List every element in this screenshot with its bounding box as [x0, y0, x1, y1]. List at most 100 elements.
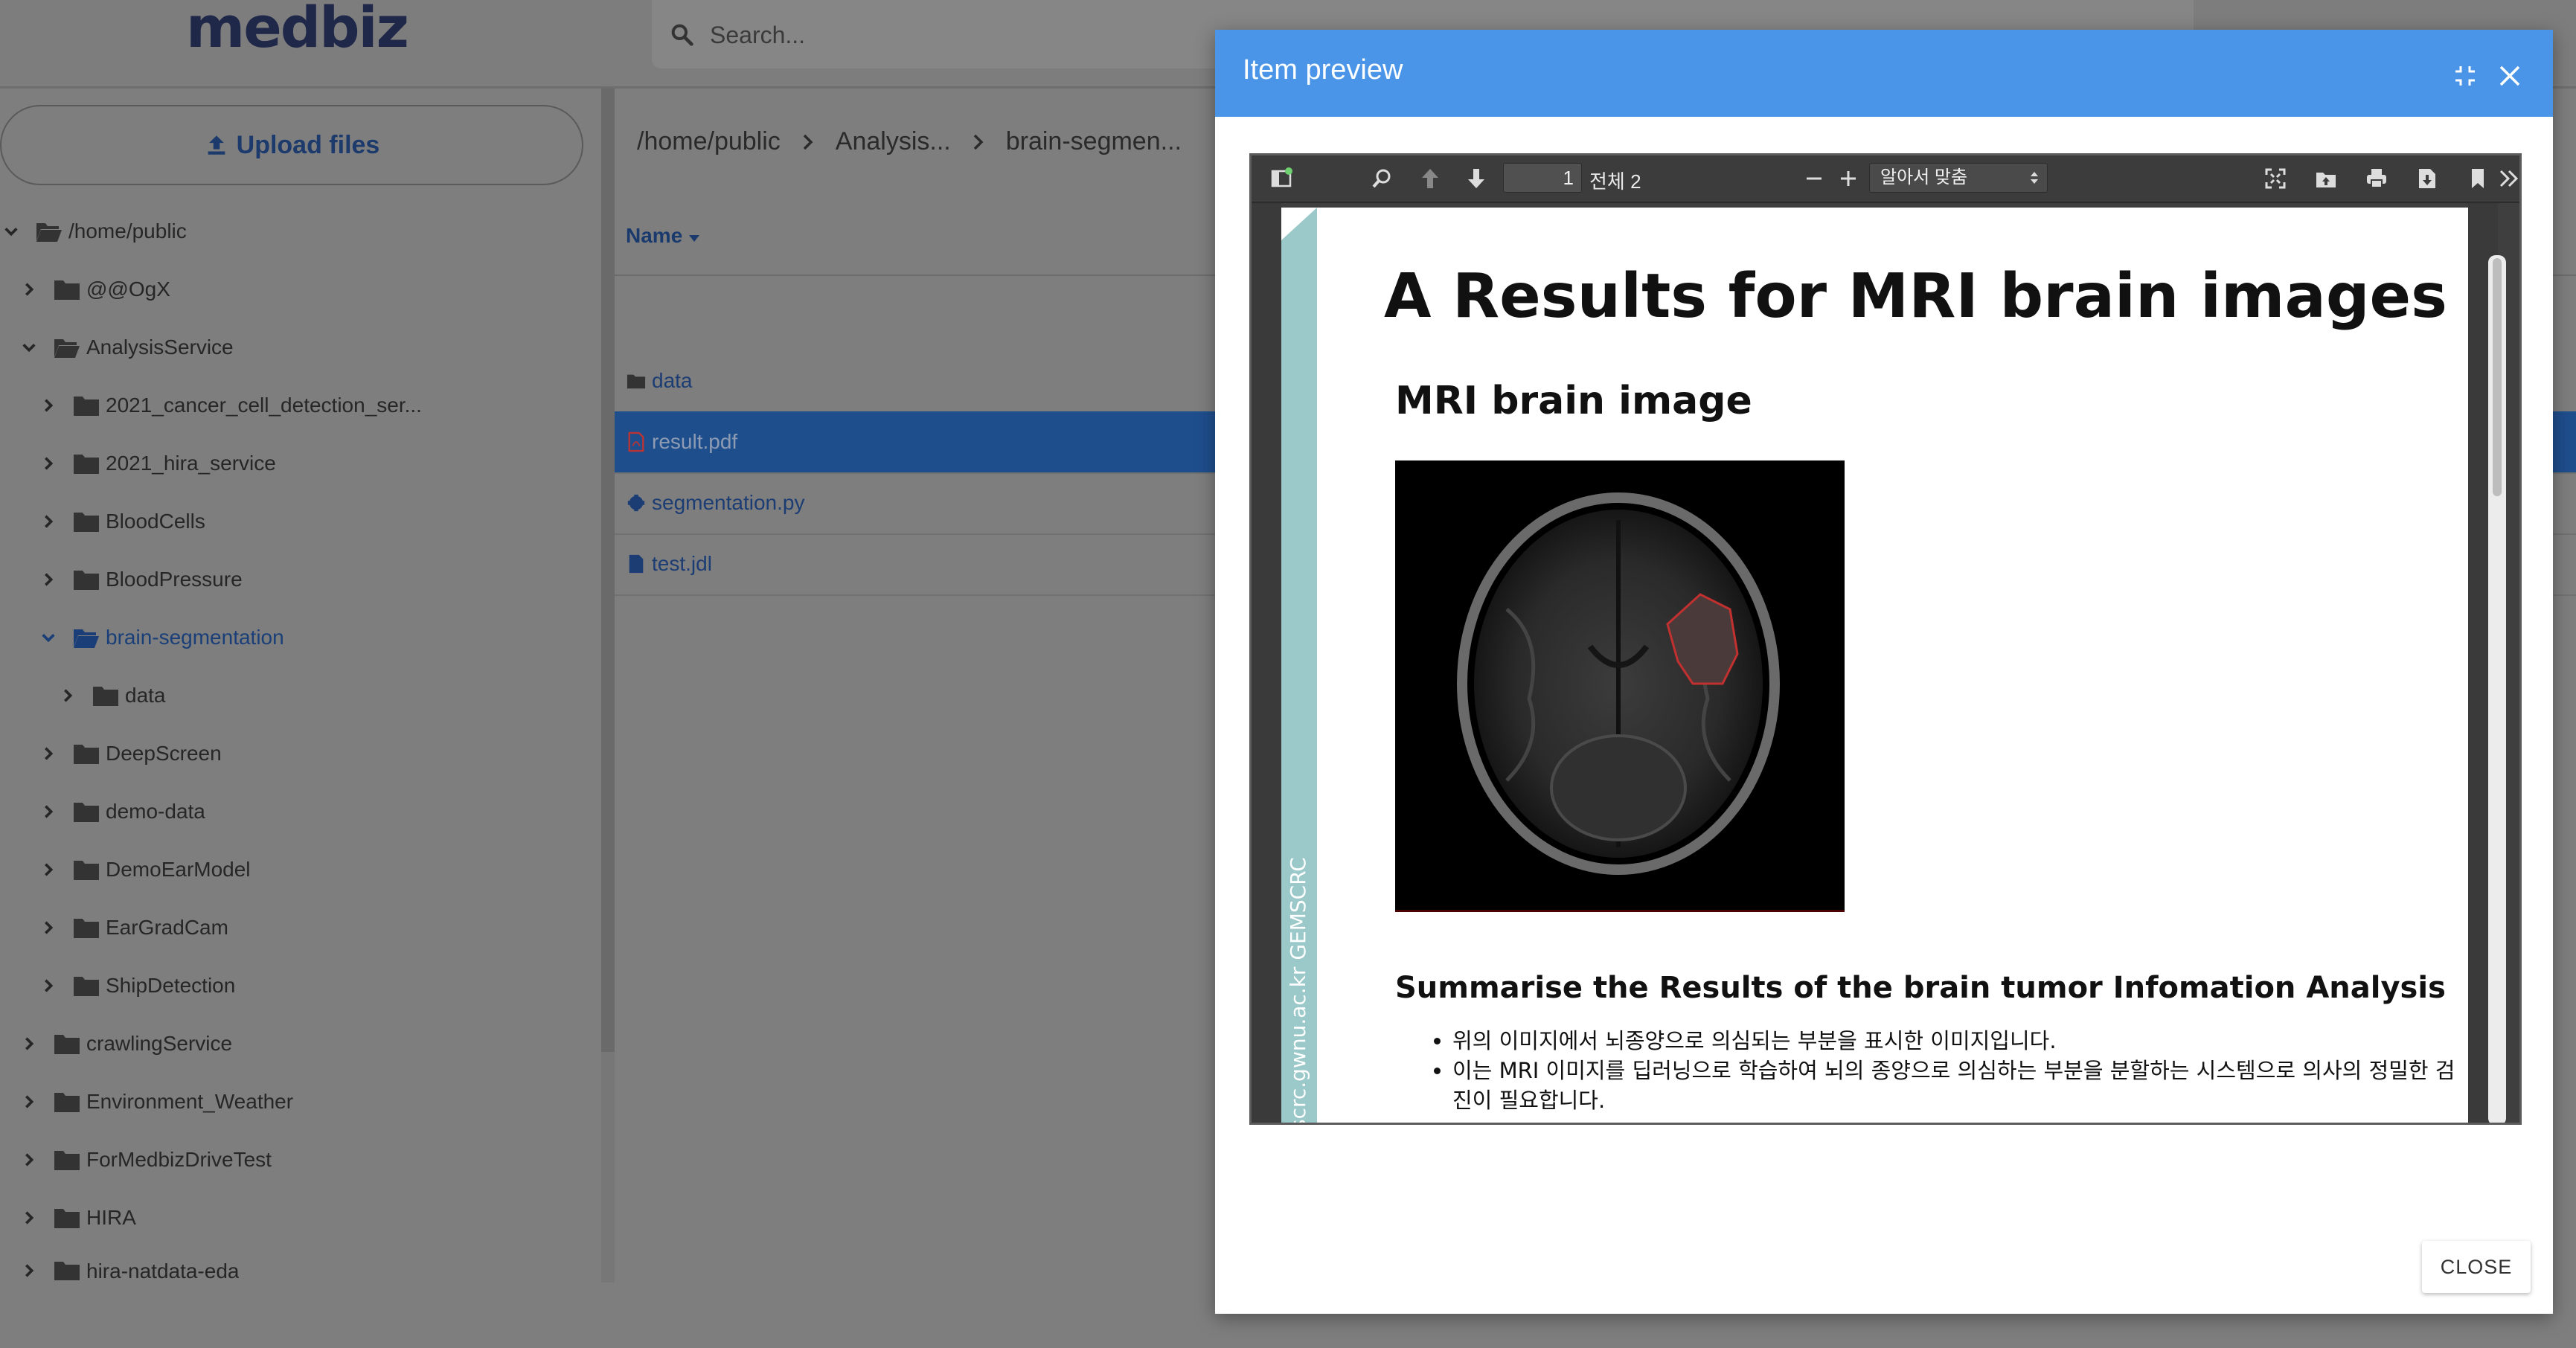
tree-item-hira-natdata-eda[interactable]: hira-natdata-eda — [21, 1254, 239, 1280]
pdf-heading: MRI brain image — [1395, 379, 1752, 423]
tree-item-label: hira-natdata-eda — [86, 1259, 240, 1280]
tree-item-analysisservice[interactable]: AnalysisService — [21, 325, 234, 370]
chevron-right-icon[interactable] — [40, 455, 57, 472]
folder-icon — [74, 513, 99, 532]
chevron-right-icon[interactable] — [21, 281, 37, 298]
tree-item-ogx[interactable]: @@OgX — [21, 267, 170, 312]
medbiz-logo[interactable]: medbiz — [186, 0, 409, 60]
zoom-in-icon[interactable] — [1836, 167, 1860, 190]
tree-item-deepscreen[interactable]: DeepScreen — [40, 731, 222, 776]
chevron-right-icon[interactable] — [40, 919, 57, 936]
chevron-right-icon[interactable] — [40, 803, 57, 820]
chevron-right-icon[interactable] — [40, 397, 57, 414]
tree-item-bloodpressure[interactable]: BloodPressure — [40, 557, 243, 602]
tree-item-label: DeepScreen — [106, 742, 222, 765]
print-icon[interactable] — [2365, 167, 2388, 190]
tools-menu-icon[interactable] — [2497, 167, 2521, 190]
zoom-select[interactable]: 알아서 맞춤 — [1869, 163, 2048, 193]
tree-item-label: AnalysisService — [86, 336, 234, 359]
search-icon[interactable] — [1371, 167, 1394, 190]
pdf-subheading: Summarise the Results of the brain tumor… — [1395, 971, 2446, 1005]
next-page-icon[interactable] — [1464, 167, 1488, 190]
tree-item-eargradcam[interactable]: EarGradCam — [40, 905, 228, 950]
chevron-right-icon[interactable] — [60, 687, 76, 704]
fullscreen-icon[interactable] — [2453, 64, 2477, 88]
chevron-right-icon[interactable] — [21, 1262, 37, 1279]
page-number-input[interactable]: 1 — [1503, 163, 1582, 193]
mri-brain-image — [1395, 460, 1845, 912]
chevron-right-icon[interactable] — [21, 1152, 37, 1168]
pdf-scrollbar-thumb[interactable] — [2493, 258, 2502, 496]
folder-icon — [74, 919, 99, 938]
close-icon[interactable] — [2496, 62, 2523, 89]
chevron-right-icon[interactable] — [40, 861, 57, 878]
tree-item-demoearmodel[interactable]: DemoEarModel — [40, 847, 251, 892]
tree-item-label: @@OgX — [86, 277, 170, 301]
chevron-right-icon[interactable] — [21, 1094, 37, 1110]
folder-icon — [74, 745, 99, 764]
close-button[interactable]: CLOSE — [2422, 1241, 2531, 1293]
sidebar-toggle-icon[interactable] — [1269, 167, 1293, 190]
chevron-right-icon[interactable] — [40, 571, 57, 588]
tree-item-environment-weather[interactable]: Environment_Weather — [21, 1079, 293, 1124]
pdf-gutter — [1252, 203, 1281, 1123]
zoom-out-icon[interactable] — [1802, 167, 1826, 190]
breadcrumb-item[interactable]: /home/public — [637, 127, 781, 156]
tree-item-label: data — [125, 684, 166, 707]
pdf-page: scrc.gwnu.ac.kr GEMSCRC A Results for MR… — [1281, 208, 2468, 1125]
chevron-right-icon[interactable] — [40, 978, 57, 994]
tree-item-hira-service[interactable]: 2021_hira_service — [40, 441, 276, 486]
tree-item-label: Environment_Weather — [86, 1090, 294, 1113]
folder-icon — [74, 571, 99, 590]
pdf-bullet: 위의 이미지에서 뇌종양으로 의심되는 부분을 표시한 이미지입니다. — [1452, 1026, 2457, 1056]
breadcrumb-item[interactable]: brain-segmen... — [1006, 127, 1182, 156]
folder-open-icon — [74, 629, 99, 648]
tree-item-crawlingservice[interactable]: crawlingService — [21, 1021, 232, 1066]
breadcrumb-item[interactable]: Analysis... — [836, 127, 951, 156]
chevron-right-icon[interactable] — [40, 745, 57, 762]
open-file-icon[interactable] — [2314, 167, 2338, 190]
download-icon[interactable] — [2415, 167, 2439, 190]
file-name: segmentation.py — [652, 491, 805, 514]
folder-icon — [54, 280, 80, 300]
page-total: 전체 2 — [1589, 170, 1641, 193]
tree-item-label: EarGradCam — [106, 916, 228, 939]
presentation-mode-icon[interactable] — [2263, 167, 2287, 190]
tree-item-label: DemoEarModel — [106, 858, 251, 881]
pdf-viewer: 1 전체 2 알아서 맞춤 scrc.gwnu.ac.kr GEMSCRC A … — [1249, 153, 2522, 1125]
tree-item-label: 2021_cancer_cell_detection_ser... — [106, 394, 422, 417]
tree-item-demo-data[interactable]: demo-data — [40, 789, 205, 834]
tree-item-formedbizdrivetest[interactable]: ForMedbizDriveTest — [21, 1137, 272, 1182]
folder-icon — [74, 861, 99, 880]
sidebar-scrollbar[interactable] — [601, 89, 615, 1052]
chevron-right-icon[interactable] — [21, 1210, 37, 1226]
tree-item-brain-segmentation[interactable]: brain-segmentation — [40, 615, 284, 660]
page-side-text: scrc.gwnu.ac.kr GEMSCRC — [1286, 857, 1310, 1125]
tree-item-bloodcells[interactable]: BloodCells — [40, 499, 205, 544]
sort-down-icon — [689, 235, 700, 242]
folder-icon — [54, 1093, 80, 1112]
folder-icon — [627, 374, 646, 389]
chevron-down-icon[interactable] — [3, 223, 19, 240]
tree-item-label: /home/public — [68, 219, 187, 243]
upload-files-button[interactable]: Upload files — [0, 105, 583, 185]
tree-item-cancer-cell[interactable]: 2021_cancer_cell_detection_ser... — [40, 383, 422, 428]
bookmark-icon[interactable] — [2466, 167, 2490, 190]
chevron-right-icon[interactable] — [21, 1036, 37, 1052]
pdf-content-area[interactable]: scrc.gwnu.ac.kr GEMSCRC A Results for MR… — [1252, 203, 2519, 1125]
tree-item-data[interactable]: data — [60, 673, 166, 718]
chevron-right-icon[interactable] — [40, 513, 57, 530]
document-file-icon — [629, 554, 644, 574]
tree-item-shipdetection[interactable]: ShipDetection — [40, 963, 235, 1008]
chevron-down-icon[interactable] — [40, 629, 57, 646]
pdf-toolbar: 1 전체 2 알아서 맞춤 — [1252, 155, 2519, 203]
upload-files-label: Upload files — [236, 130, 380, 159]
search-input[interactable] — [708, 15, 1232, 55]
chevron-down-icon[interactable] — [21, 339, 37, 356]
tree-item-home-public[interactable]: /home/public — [3, 209, 187, 254]
previous-page-icon[interactable] — [1418, 167, 1442, 190]
pdf-bullet: 이는 MRI 이미지를 딥러닝으로 학습하여 뇌의 종양으로 의심하는 부분을 … — [1452, 1056, 2457, 1115]
tree-item-hira[interactable]: HIRA — [21, 1195, 136, 1240]
folder-icon — [74, 803, 99, 822]
name-column-header[interactable]: Name — [626, 224, 700, 248]
